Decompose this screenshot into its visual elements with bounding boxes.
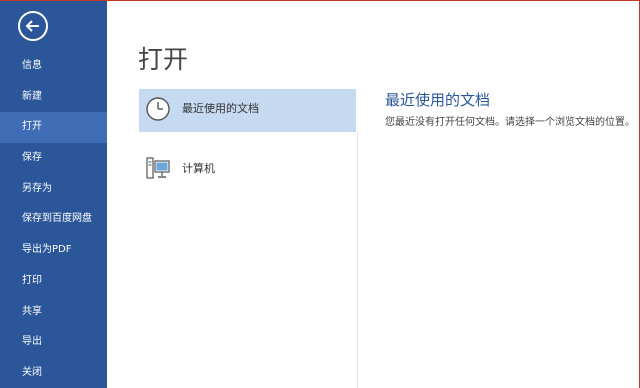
nav-item-export[interactable]: 导出 [0, 327, 107, 358]
place-computer[interactable]: 计算机 [139, 154, 356, 194]
back-arrow-icon [25, 20, 39, 32]
backstage-sidebar: 信息 新建 打开 保存 另存为 保存到百度网盘 导出为PDF 打印 共享 导出 … [0, 0, 107, 388]
place-recent-documents[interactable]: 最近使用的文档 [139, 89, 356, 132]
nav-item-share[interactable]: 共享 [0, 297, 107, 328]
clock-icon [146, 97, 170, 121]
back-button[interactable] [18, 11, 48, 41]
place-label: 计算机 [182, 162, 215, 175]
nav-item-info[interactable]: 信息 [0, 51, 107, 82]
detail-title: 最近使用的文档 [385, 91, 491, 109]
computer-icon [146, 157, 170, 179]
nav-item-save-to-baidu[interactable]: 保存到百度网盘 [0, 204, 107, 235]
nav-item-new[interactable]: 新建 [0, 82, 107, 113]
column-divider [357, 132, 358, 388]
open-places-list: 最近使用的文档 计算机 [139, 89, 356, 194]
nav-item-open[interactable]: 打开 [0, 112, 107, 144]
place-label: 最近使用的文档 [182, 102, 259, 115]
nav-item-save[interactable]: 保存 [0, 143, 107, 174]
nav-item-print[interactable]: 打印 [0, 266, 107, 297]
page-title: 打开 [138, 45, 189, 74]
detail-message: 您最近没有打开任何文档。请选择一个浏览文档的位置。 [385, 117, 635, 128]
nav-item-close[interactable]: 关闭 [0, 358, 107, 388]
backstage-nav: 信息 新建 打开 保存 另存为 保存到百度网盘 导出为PDF 打印 共享 导出 … [0, 51, 107, 388]
nav-item-save-as[interactable]: 另存为 [0, 174, 107, 205]
nav-item-export-pdf[interactable]: 导出为PDF [0, 235, 107, 266]
